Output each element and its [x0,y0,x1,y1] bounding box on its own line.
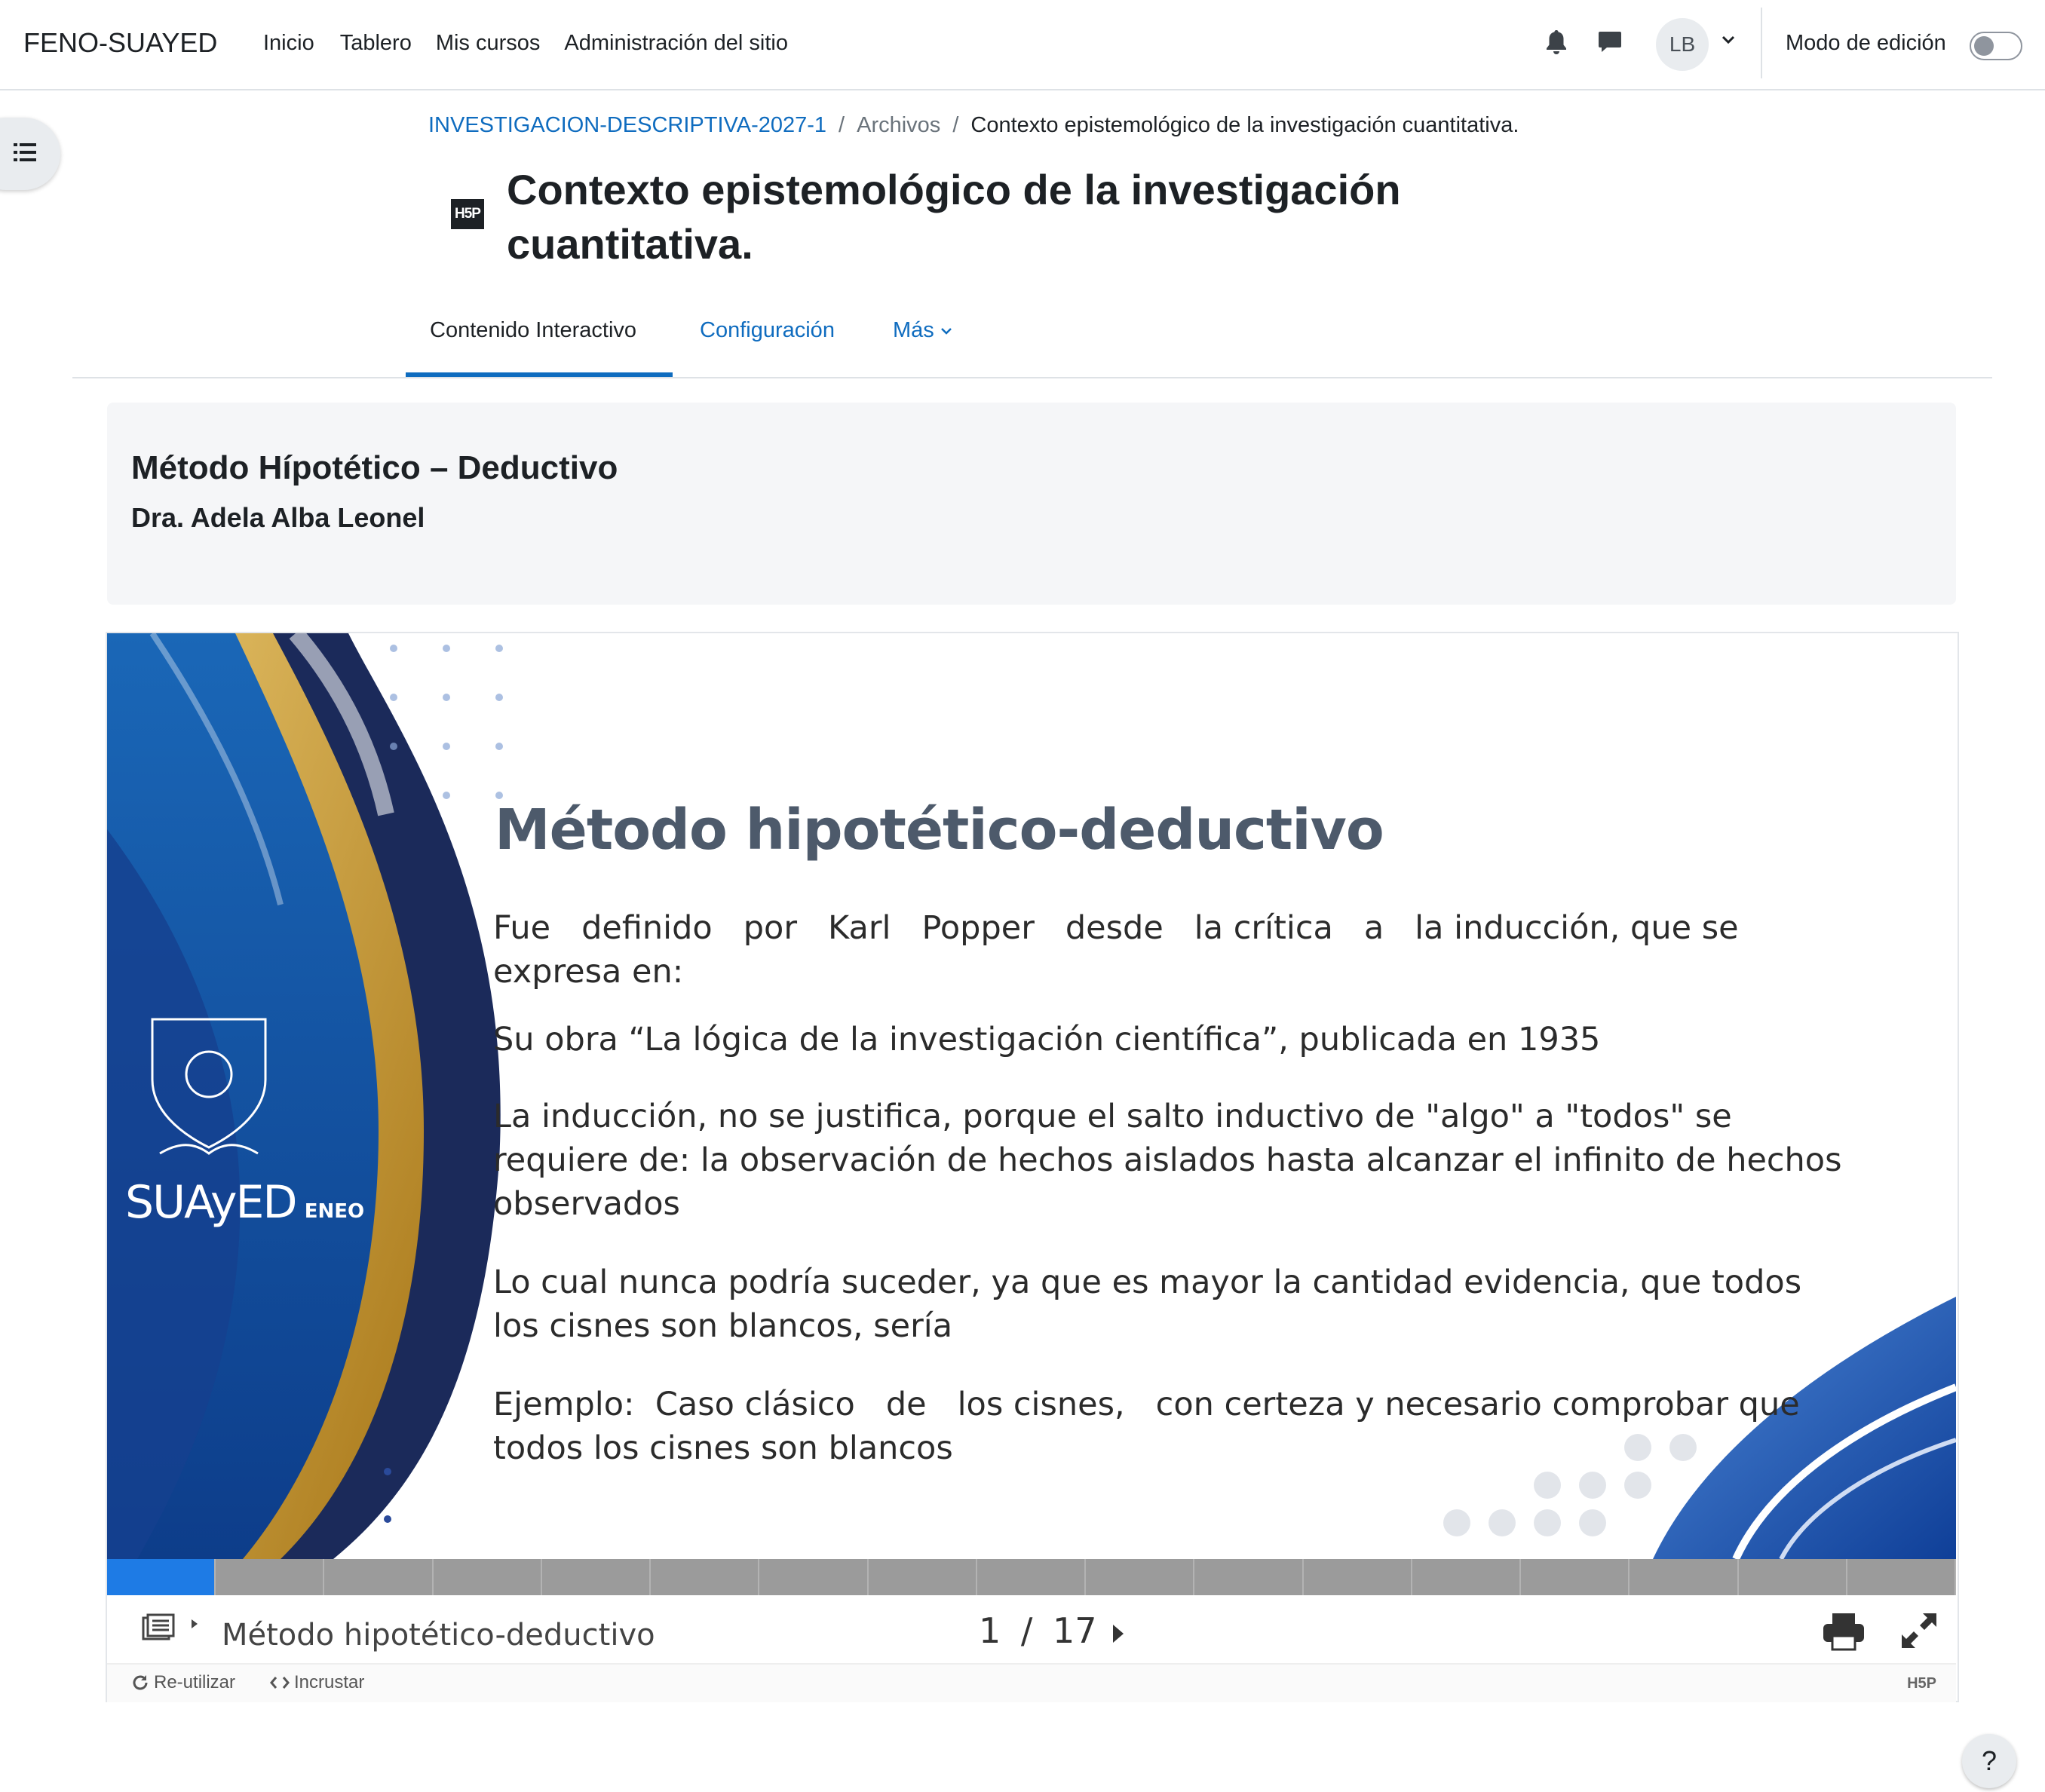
slide-intro-line-1: Fue definido por Karl Popper desde la cr… [493,909,1739,947]
nav-link-tablero[interactable]: Tablero [340,31,412,56]
progress-segment[interactable] [977,1559,1087,1595]
presentation-footer: Método hipotético-deductivo 1 / 17 [107,1595,1956,1663]
active-tab-indicator [406,372,673,377]
chevron-down-icon[interactable] [1721,35,1736,45]
reuse-label: Re-utilizar [154,1672,236,1692]
navbar-divider [1761,8,1762,78]
list-icon [14,143,36,161]
edit-mode-label: Modo de edición [1786,31,1946,55]
progress-segment[interactable] [216,1559,325,1595]
next-slide-arrow-icon[interactable] [1110,1622,1127,1645]
notifications-bell-icon[interactable] [1544,29,1568,56]
code-icon [270,1677,290,1689]
toggle-knob [1974,36,1994,56]
tab-mas-label: Más [893,318,934,342]
chevron-down-icon [940,327,952,335]
progress-segment[interactable] [1739,1559,1847,1595]
progress-segment[interactable] [1304,1559,1412,1595]
reuse-button[interactable]: Re-utilizar [131,1672,235,1693]
slide-paragraph-2-line-1: La inducción, no se justifica, porque el… [493,1098,1732,1135]
secondary-navigation-tabs: Contenido Interactivo Configuración Más [72,300,1992,378]
tab-contenido-interactivo[interactable]: Contenido Interactivo [430,318,636,343]
breadcrumb: INVESTIGACION-DESCRIPTIVA-2027-1 / Archi… [428,113,1519,138]
slide-paragraph-2-line-3: observados [493,1185,680,1223]
user-avatar[interactable]: LB [1656,18,1709,71]
slide-title: Método hipotético-deductivo [495,798,1384,862]
progress-segment[interactable] [1630,1559,1739,1595]
slide-counter: 1 / 17 [979,1610,1097,1651]
slide-progress-bar[interactable] [107,1559,1956,1595]
current-slide-title: Método hipotético-deductivo [222,1618,655,1653]
nav-link-inicio[interactable]: Inicio [263,31,314,56]
progress-segment[interactable] [1521,1559,1630,1595]
slide-paragraph-1: Su obra “La lógica de la investigación c… [493,1021,1601,1058]
breadcrumb-course-link[interactable]: INVESTIGACION-DESCRIPTIVA-2027-1 [428,113,826,138]
messages-chat-icon[interactable] [1597,29,1623,54]
help-button[interactable]: ? [1962,1734,2016,1788]
tab-configuracion[interactable]: Configuración [700,318,835,343]
breadcrumb-section-link[interactable]: Archivos [857,113,940,138]
slide-total-number: 17 [1053,1610,1097,1651]
slide-current-number: 1 [979,1610,1001,1651]
site-brand[interactable]: FENO-SUAYED [23,27,217,59]
suayed-logo-text: SUAyED [125,1176,298,1229]
progress-segment[interactable] [759,1559,869,1595]
progress-segment[interactable] [542,1559,652,1595]
suayed-logo: SUAyED ENEO [125,1176,364,1229]
progress-segment[interactable] [1412,1559,1522,1595]
eneo-logo-text: ENEO [304,1200,365,1223]
slide-paragraph-2-line-2: requiere de: la observación de hechos ai… [493,1141,1842,1179]
progress-segment[interactable] [107,1559,216,1595]
table-of-contents-icon[interactable] [142,1613,175,1643]
breadcrumb-current: Contexto epistemológico de la investigac… [970,113,1519,137]
h5p-logo[interactable]: H5P [1907,1675,1936,1692]
embed-button[interactable]: Incrustar [270,1672,364,1693]
h5p-actions-bar: Re-utilizar Incrustar H5P [107,1663,1956,1702]
progress-segment[interactable] [434,1559,542,1595]
print-icon[interactable] [1822,1612,1866,1651]
edit-mode-toggle[interactable] [1970,32,2022,60]
presentation-slide: SUAyED ENEO Método hipotético-deductivo … [107,633,1956,1559]
description-author: Dra. Adela Alba Leonel [131,502,425,533]
progress-segment[interactable] [651,1559,760,1595]
progress-segment[interactable] [1086,1559,1195,1595]
h5p-activity-icon: H5P [451,199,484,229]
course-index-drawer-button[interactable] [0,118,60,190]
top-navbar: FENO-SUAYED Inicio Tablero Mis cursos Ad… [0,0,2045,90]
nav-link-administracion[interactable]: Administración del sitio [564,31,788,56]
tab-mas[interactable]: Más [893,318,952,343]
breadcrumb-separator: / [952,113,959,137]
slide-paragraph-3-line-2: los cisnes son blancos, sería [493,1307,953,1345]
fullscreen-icon[interactable] [1899,1610,1939,1651]
slide-paragraph-4-line-1: Ejemplo: Caso clásico de los cisnes, con… [493,1386,1800,1423]
caret-right-icon[interactable] [190,1618,199,1630]
progress-segment[interactable] [869,1559,977,1595]
refresh-icon [133,1675,148,1690]
description-title: Método Hípotético – Deductivo [131,449,618,486]
progress-segment[interactable] [324,1559,434,1595]
h5p-course-presentation: SUAyED ENEO Método hipotético-deductivo … [106,632,1959,1702]
progress-segment[interactable] [1847,1559,1956,1595]
breadcrumb-separator: / [839,113,845,137]
slide-paragraph-3-line-1: Lo cual nunca podría suceder, ya que es … [493,1264,1802,1301]
slide-intro-line-2: expresa en: [493,953,684,991]
slide-counter-separator: / [1020,1610,1033,1651]
nav-link-mis-cursos[interactable]: Mis cursos [436,31,541,56]
progress-segment[interactable] [1194,1559,1304,1595]
activity-description: Método Hípotético – Deductivo Dra. Adela… [107,403,1956,605]
embed-label: Incrustar [294,1672,365,1692]
slide-paragraph-4-line-2: todos los cisnes son blancos [493,1429,953,1467]
page-title: Contexto epistemológico de la investigac… [507,166,1401,268]
primary-navigation: Inicio Tablero Mis cursos Administración… [263,31,788,56]
